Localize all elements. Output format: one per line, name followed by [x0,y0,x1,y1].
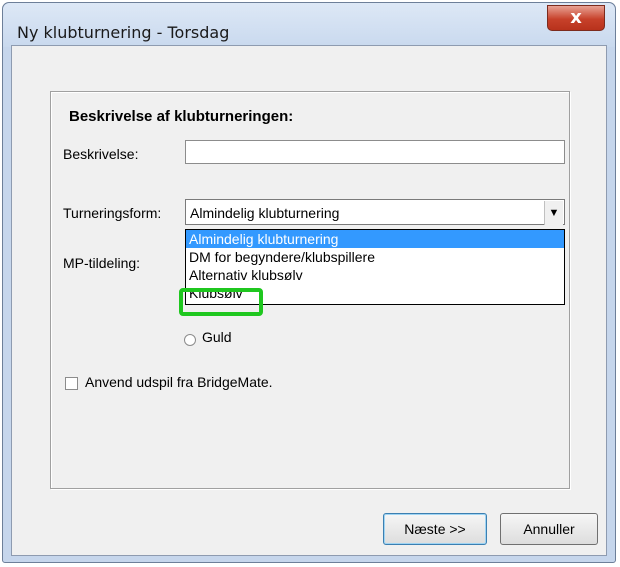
radio-gold[interactable] [184,334,196,346]
group-title: Beskrivelse af klubturneringen: [69,108,294,125]
bridgemate-checkbox[interactable] [65,377,78,390]
window-title: Ny klubturnering - Torsdag [17,23,230,42]
dialog-window: Ny klubturnering - Torsdag x Beskrivelse… [2,2,616,563]
tournament-form-label: Turneringsform: [63,205,162,221]
dropdown-option[interactable]: Alternativ klubsølv [186,266,564,284]
description-input[interactable] [185,140,565,164]
bridgemate-checkbox-label: Anvend udspil fra BridgeMate. [85,374,273,390]
description-group: Beskrivelse af klubturneringen: Beskrive… [50,91,570,489]
title-bar[interactable]: Ny klubturnering - Torsdag x [3,3,615,47]
description-label: Beskrivelse: [63,146,139,162]
dropdown-option[interactable]: Almindelig klubturnering [186,230,564,248]
tournament-form-select[interactable]: Almindelig klubturnering ▼ [185,199,565,225]
close-button[interactable]: x [547,5,605,31]
dialog-body: Beskrivelse af klubturneringen: Beskrive… [11,45,607,556]
cancel-button[interactable]: Annuller [500,513,598,545]
radio-gold-label: Guld [202,329,232,345]
tournament-form-selected-value: Almindelig klubturnering [190,205,340,221]
mp-label: MP-tildeling: [63,255,141,271]
next-button[interactable]: Næste >> [383,513,487,545]
dropdown-option[interactable]: DM for begyndere/klubspillere [186,248,564,266]
chevron-down-icon[interactable]: ▼ [544,201,563,225]
highlight-annotation [179,288,263,316]
close-icon: x [570,7,582,28]
